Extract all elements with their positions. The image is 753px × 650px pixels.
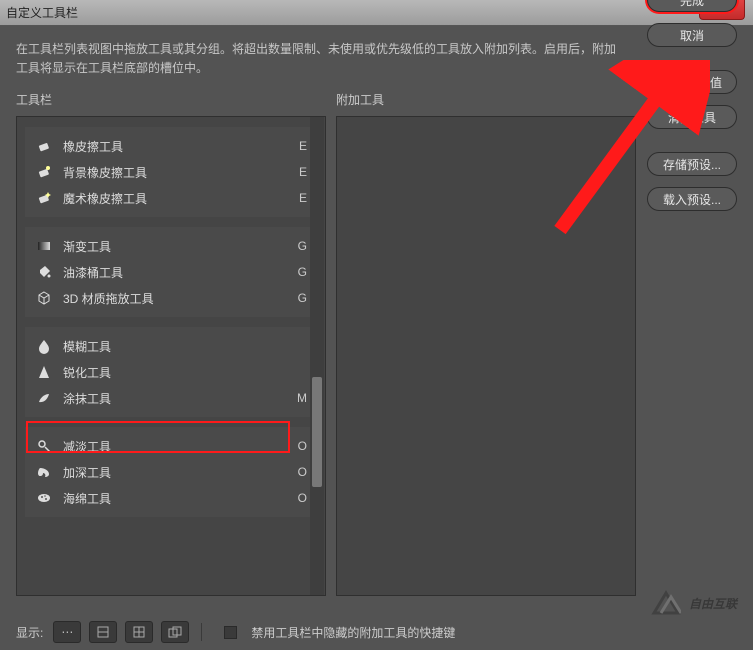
tool-row[interactable]: 橡皮擦工具E [29,133,313,159]
scroll-thumb[interactable] [312,377,322,487]
cancel-button[interactable]: 取消 [647,23,737,47]
tool-group: 橡皮擦工具E背景橡皮擦工具E魔术橡皮擦工具E [25,127,317,217]
tool-label: 模糊工具 [63,338,289,355]
tool-group: 减淡工具O加深工具O海绵工具O [25,427,317,517]
footer-dots-button[interactable]: ⋯ [53,621,81,643]
tool-label: 橡皮擦工具 [63,138,289,155]
tool-label: 魔术橡皮擦工具 [63,190,289,207]
done-button[interactable]: 完成 [647,0,737,12]
magic-eraser-icon [35,189,53,207]
bucket-icon [35,263,53,281]
blur-icon [35,337,53,355]
sponge-icon [35,489,53,507]
tool-shortcut: E [289,165,307,179]
tool-shortcut: E [289,139,307,153]
tool-label: 加深工具 [63,464,289,481]
instructions-text: 在工具栏列表视图中拖放工具或其分组。将超出数量限制、未使用或优先级低的工具放入附… [16,40,626,77]
footer-grid1-button[interactable] [89,621,117,643]
tool-shortcut: G [289,239,307,253]
tool-row[interactable]: 锐化工具 [29,359,313,385]
disable-shortcuts-checkbox[interactable] [224,626,237,639]
tool-label: 减淡工具 [63,438,289,455]
dialog-title: 自定义工具栏 [6,4,78,21]
toolbar-list-title: 工具栏 [16,91,326,108]
tool-row[interactable]: 魔术橡皮擦工具E [29,185,313,211]
footer-overlap-button[interactable] [161,621,189,643]
footer: 显示: ⋯ 禁用工具栏中隐藏的附加工具的快捷键 [0,614,753,650]
dodge-icon [35,437,53,455]
smudge-icon [35,389,53,407]
tool-row[interactable]: 背景橡皮擦工具E [29,159,313,185]
bg-eraser-icon [35,163,53,181]
watermark-icon [651,588,681,618]
tool-shortcut: M [289,391,307,405]
tool-row[interactable]: 加深工具O [29,459,313,485]
tool-shortcut: O [289,465,307,479]
burn-icon [35,463,53,481]
gradient-icon [35,237,53,255]
tool-row[interactable]: 减淡工具O [29,433,313,459]
disable-shortcuts-label: 禁用工具栏中隐藏的附加工具的快捷键 [251,624,455,641]
scrollbar[interactable] [310,117,324,595]
tool-label: 背景橡皮擦工具 [63,164,289,181]
tool-shortcut: E [289,191,307,205]
tool-label: 渐变工具 [63,238,289,255]
tool-group: 渐变工具G油漆桶工具G3D 材质拖放工具G [25,227,317,317]
tool-shortcut: O [289,439,307,453]
footer-grid2-button[interactable] [125,621,153,643]
tool-row[interactable]: 油漆桶工具G [29,259,313,285]
3d-icon [35,289,53,307]
toolbar-list-panel[interactable]: 橡皮擦工具E背景橡皮擦工具E魔术橡皮擦工具E渐变工具G油漆桶工具G3D 材质拖放… [16,116,326,596]
tool-label: 涂抹工具 [63,390,289,407]
show-label: 显示: [16,624,43,641]
tool-row[interactable]: 渐变工具G [29,233,313,259]
eraser-icon [35,137,53,155]
watermark: 自由互联 [651,588,737,618]
sharpen-icon [35,363,53,381]
tool-row[interactable]: 海绵工具O [29,485,313,511]
tool-label: 3D 材质拖放工具 [63,290,289,307]
tool-label: 海绵工具 [63,490,289,507]
tool-shortcut: O [289,491,307,505]
tool-label: 锐化工具 [63,364,289,381]
tool-group: 模糊工具锐化工具涂抹工具M [25,327,317,417]
tool-row[interactable]: 模糊工具 [29,333,313,359]
annotation-arrow [550,60,710,240]
tool-shortcut: G [289,291,307,305]
titlebar: 自定义工具栏 × [0,0,753,26]
tool-label: 油漆桶工具 [63,264,289,281]
tool-row[interactable]: 3D 材质拖放工具G [29,285,313,311]
tool-shortcut: G [289,265,307,279]
tool-row[interactable]: 涂抹工具M [29,385,313,411]
